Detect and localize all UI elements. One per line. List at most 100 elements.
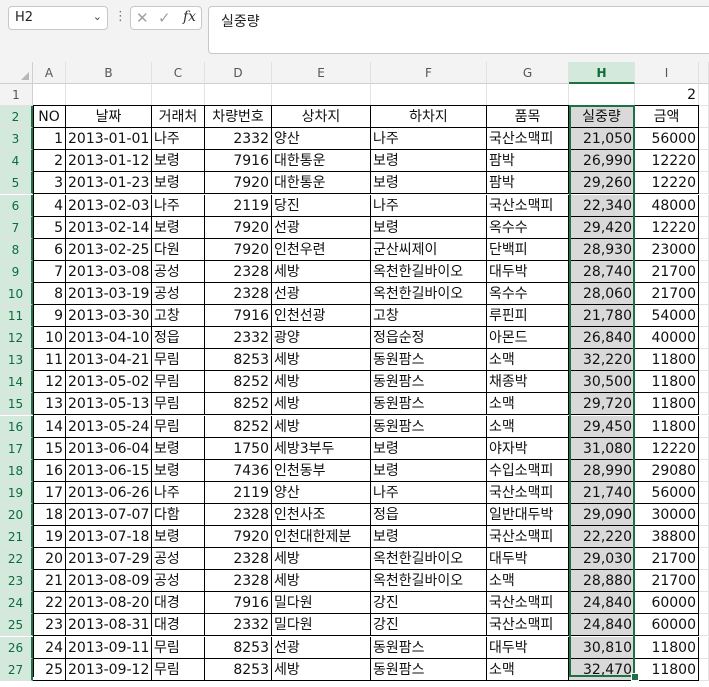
column-header-e[interactable]: E [272, 62, 371, 84]
table-cell[interactable]: 2 [33, 150, 66, 172]
table-cell[interactable]: 보령 [371, 150, 487, 172]
table-cell[interactable]: 일반대두박 [487, 504, 569, 526]
table-header-cell[interactable]: 금액 [635, 106, 699, 128]
cell-empty[interactable] [699, 460, 709, 482]
row-header-25[interactable]: 25 [0, 614, 33, 636]
table-cell[interactable]: 28,880 [569, 570, 635, 592]
table-cell[interactable]: 보령 [152, 150, 205, 172]
row-header-8[interactable]: 8 [0, 239, 33, 261]
table-cell[interactable]: 동원팜스 [371, 371, 487, 393]
table-cell[interactable]: 동원팜스 [371, 637, 487, 659]
more-options-icon[interactable]: ⋮ [114, 9, 127, 24]
table-cell[interactable]: 소맥 [487, 393, 569, 415]
table-cell[interactable]: 세방 [272, 393, 371, 415]
table-cell[interactable]: 보령 [152, 460, 205, 482]
table-cell[interactable]: 8252 [205, 393, 272, 415]
table-cell[interactable]: 7 [33, 261, 66, 283]
cell-empty[interactable] [699, 526, 709, 548]
table-cell[interactable]: 2013-03-30 [66, 305, 152, 327]
table-cell[interactable]: 56000 [635, 482, 699, 504]
cell-empty[interactable] [699, 261, 709, 283]
table-cell[interactable]: 3 [33, 172, 66, 194]
table-cell[interactable]: 7920 [205, 526, 272, 548]
table-cell[interactable]: 무림 [152, 637, 205, 659]
table-cell[interactable]: 세방 [272, 349, 371, 371]
table-cell[interactable]: 무림 [152, 393, 205, 415]
table-cell[interactable]: 인천우련 [272, 239, 371, 261]
table-cell[interactable]: 군산씨제이 [371, 239, 487, 261]
column-header-j[interactable] [699, 62, 709, 84]
table-cell[interactable]: 세방 [272, 548, 371, 570]
table-cell[interactable]: 국산소맥피 [487, 482, 569, 504]
table-cell[interactable]: 29,450 [569, 416, 635, 438]
cell-r1[interactable] [487, 84, 569, 106]
table-cell[interactable]: 5 [33, 217, 66, 239]
table-cell[interactable]: 2013-01-12 [66, 150, 152, 172]
table-cell[interactable]: 2013-02-03 [66, 195, 152, 217]
table-cell[interactable]: 28,060 [569, 283, 635, 305]
table-cell[interactable]: 2328 [205, 570, 272, 592]
table-cell[interactable]: 19 [33, 526, 66, 548]
table-cell[interactable]: 고창 [152, 305, 205, 327]
table-cell[interactable]: 대두박 [487, 548, 569, 570]
table-cell[interactable]: 양산 [272, 128, 371, 150]
cell-r1[interactable] [699, 84, 709, 106]
table-cell[interactable]: 세방 [272, 261, 371, 283]
table-cell[interactable]: 8253 [205, 637, 272, 659]
table-cell[interactable]: 공성 [152, 261, 205, 283]
table-cell[interactable]: 옥수수 [487, 217, 569, 239]
table-cell[interactable]: 54000 [635, 305, 699, 327]
table-cell[interactable]: 인천대한제분 [272, 526, 371, 548]
table-cell[interactable]: 소맥 [487, 570, 569, 592]
cell-empty[interactable] [699, 504, 709, 526]
table-cell[interactable]: 공성 [152, 548, 205, 570]
table-cell[interactable]: 2013-07-07 [66, 504, 152, 526]
table-cell[interactable]: 팜박 [487, 172, 569, 194]
cell-empty[interactable] [699, 128, 709, 150]
table-cell[interactable]: 2013-03-19 [66, 283, 152, 305]
table-cell[interactable]: 정읍순정 [371, 327, 487, 349]
table-cell[interactable]: 23 [33, 614, 66, 636]
table-cell[interactable]: 양산 [272, 482, 371, 504]
table-cell[interactable]: 야자박 [487, 438, 569, 460]
table-cell[interactable]: 세방 [272, 416, 371, 438]
table-cell[interactable]: 2013-05-02 [66, 371, 152, 393]
row-header-16[interactable]: 16 [0, 416, 33, 438]
cell-r2[interactable] [699, 106, 709, 128]
table-cell[interactable]: 1750 [205, 438, 272, 460]
table-cell[interactable]: 보령 [371, 438, 487, 460]
table-cell[interactable]: 12220 [635, 217, 699, 239]
table-cell[interactable]: 무림 [152, 349, 205, 371]
table-header-cell[interactable]: 품목 [487, 106, 569, 128]
table-cell[interactable]: 24 [33, 637, 66, 659]
table-cell[interactable]: 29,720 [569, 393, 635, 415]
row-header-15[interactable]: 15 [0, 393, 33, 415]
table-cell[interactable]: 옥천한길바이오 [371, 570, 487, 592]
table-cell[interactable]: 동원팜스 [371, 393, 487, 415]
table-cell[interactable]: 21,740 [569, 482, 635, 504]
name-box[interactable]: H2 ⌄ [8, 6, 108, 30]
column-header-b[interactable]: B [66, 62, 152, 84]
table-cell[interactable]: 나주 [371, 195, 487, 217]
cell-r1[interactable] [205, 84, 272, 106]
table-cell[interactable]: 다함 [152, 504, 205, 526]
table-cell[interactable]: 24,840 [569, 592, 635, 614]
table-header-cell[interactable]: NO [33, 106, 66, 128]
table-cell[interactable]: 보령 [371, 172, 487, 194]
table-cell[interactable]: 2013-09-12 [66, 659, 152, 681]
table-cell[interactable]: 12 [33, 371, 66, 393]
row-header-4[interactable]: 4 [0, 150, 33, 172]
table-cell[interactable]: 인천동부 [272, 460, 371, 482]
cell-empty[interactable] [699, 416, 709, 438]
table-cell[interactable]: 29,030 [569, 548, 635, 570]
table-cell[interactable]: 인천선광 [272, 305, 371, 327]
table-cell[interactable]: 세방 [272, 570, 371, 592]
table-cell[interactable]: 보령 [371, 217, 487, 239]
table-cell[interactable]: 8253 [205, 349, 272, 371]
table-cell[interactable]: 29,420 [569, 217, 635, 239]
cell-empty[interactable] [699, 195, 709, 217]
table-cell[interactable]: 나주 [371, 128, 487, 150]
table-cell[interactable]: 8252 [205, 416, 272, 438]
table-cell[interactable]: 38800 [635, 526, 699, 548]
table-cell[interactable]: 단백피 [487, 239, 569, 261]
